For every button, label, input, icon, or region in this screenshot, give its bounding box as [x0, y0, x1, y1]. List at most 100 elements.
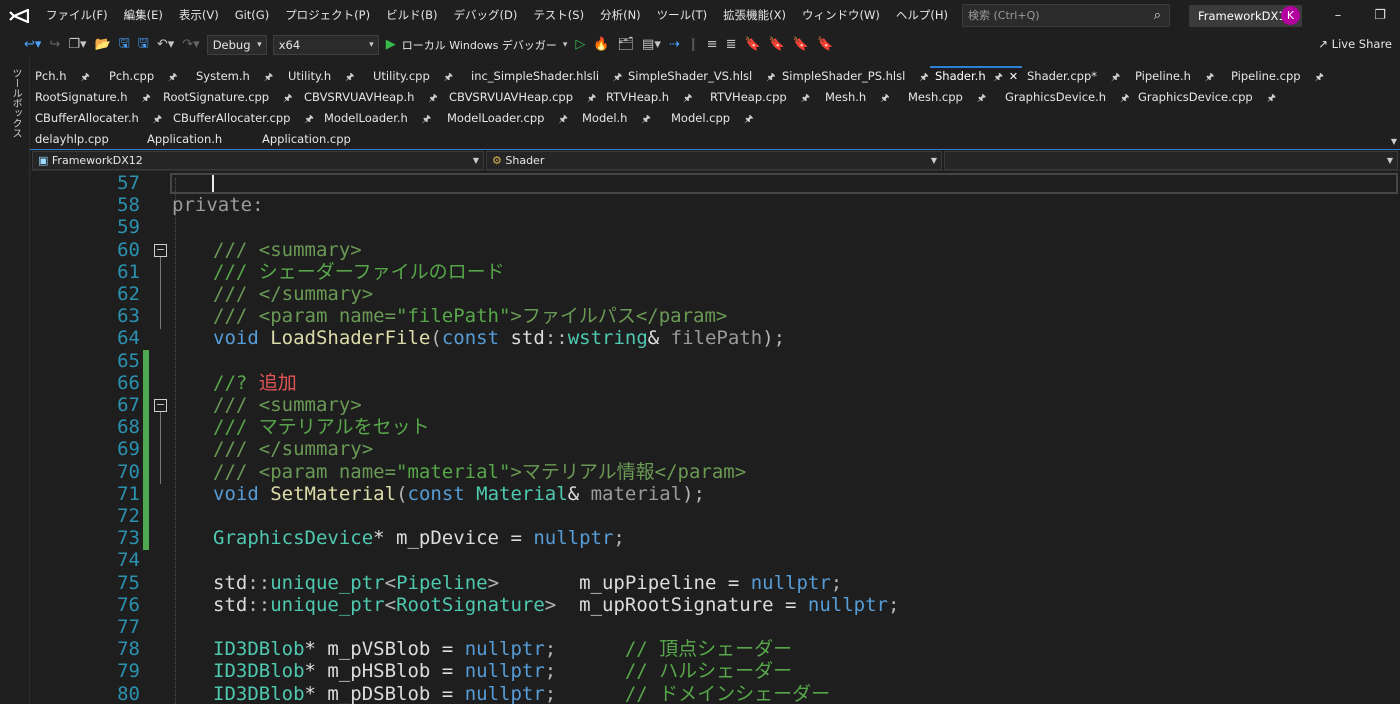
open-folder-icon[interactable]: 📂 — [95, 37, 111, 52]
tab-shader-h[interactable]: Shader.h 🖈 ✕ — [930, 66, 1022, 87]
pin-icon[interactable]: 🖈 — [304, 114, 313, 125]
menu-help[interactable]: ヘルプ(H) — [888, 0, 956, 31]
tab-utility-cpp[interactable]: Utility.cpp 🖈 — [368, 66, 453, 87]
pin-icon[interactable]: 🖈 — [81, 72, 90, 83]
pin-icon[interactable]: 🖈 — [801, 93, 810, 104]
pin-icon[interactable]: 🖈 — [1267, 93, 1276, 104]
pin-icon[interactable]: 🖈 — [977, 93, 986, 104]
pin-icon[interactable]: 🖈 — [1111, 72, 1120, 83]
tab-rtvheap-cpp[interactable]: RTVHeap.cpp 🖈 — [705, 87, 810, 108]
menu-extensions[interactable]: 拡張機能(X) — [715, 0, 794, 31]
bookmark-icon[interactable]: 🔖 — [744, 37, 760, 52]
start-debugging-icon[interactable]: ▶ — [386, 37, 396, 52]
tab-shader-cpp[interactable]: Shader.cpp* 🖈 — [1022, 66, 1120, 87]
menu-analyze[interactable]: 分析(N) — [592, 0, 649, 31]
toolbox-tab[interactable]: ツールボックス — [8, 68, 23, 138]
bookmark-prev-icon[interactable]: 🔖 — [769, 37, 785, 52]
bookmark-clear-icon[interactable]: 🔖 — [817, 37, 833, 52]
tab-rtvheap-h[interactable]: RTVHeap.h 🖈 — [601, 87, 692, 108]
collapse-icon[interactable]: − — [154, 399, 167, 412]
pin-icon[interactable]: 🖈 — [587, 93, 596, 104]
menu-test[interactable]: テスト(S) — [525, 0, 592, 31]
tab-pipeline-h[interactable]: Pipeline.h 🖈 — [1130, 66, 1214, 87]
tab-model-h[interactable]: Model.h 🖈 — [577, 108, 651, 129]
search-box[interactable]: 検索 (Ctrl+Q) ⌕ — [962, 4, 1170, 27]
menu-git[interactable]: Git(G) — [227, 0, 278, 31]
tab-mesh-cpp[interactable]: Mesh.cpp 🖈 — [903, 87, 986, 108]
menu-tools[interactable]: ツール(T) — [649, 0, 716, 31]
pin-icon[interactable]: 🖈 — [683, 93, 692, 104]
tab-pipeline-cpp[interactable]: Pipeline.cpp 🖈 — [1226, 66, 1324, 87]
pin-icon[interactable]: 🖈 — [880, 93, 889, 104]
pin-icon[interactable]: 🖈 — [641, 114, 650, 125]
menu-project[interactable]: プロジェクト(P) — [277, 0, 378, 31]
tab-simpleshader-ps[interactable]: SimpleShader_PS.hlsl 🖈 — [777, 66, 929, 87]
tab-graphicsdevice-cpp[interactable]: GraphicsDevice.cpp 🖈 — [1133, 87, 1276, 108]
code-editor[interactable]: − − 57 58 59 60 61 62 63 64 65 66 67 68 … — [30, 171, 1400, 704]
pin-icon[interactable]: 🖈 — [994, 72, 1003, 83]
browse-icon[interactable]: 🗂 — [618, 37, 635, 52]
tab-cbufferallocater-h[interactable]: CBufferAllocater.h 🖈 — [30, 108, 162, 129]
indicator-margin[interactable] — [30, 171, 58, 704]
pin-icon[interactable]: 🖈 — [766, 72, 775, 83]
pin-icon[interactable]: 🖈 — [444, 72, 453, 83]
platform-select[interactable]: x64 ▾ — [272, 34, 379, 55]
tab-delayhlp-cpp[interactable]: delayhlp.cpp — [30, 129, 109, 150]
close-icon[interactable]: ✕ — [1009, 70, 1018, 83]
menu-file[interactable]: ファイル(F) — [38, 0, 116, 31]
pin-icon[interactable]: 🖈 — [141, 93, 150, 104]
redo-icon[interactable]: ↷▾ — [182, 37, 199, 52]
pin-icon[interactable]: 🖈 — [153, 114, 162, 125]
tab-utility-h[interactable]: Utility.h 🖈 — [283, 66, 354, 87]
chevron-down-icon[interactable]: ▾ — [563, 40, 568, 50]
tab-pch-cpp[interactable]: Pch.cpp 🖈 — [104, 66, 177, 87]
new-project-icon[interactable]: ❐▾ — [68, 37, 86, 52]
menu-debug[interactable]: デバッグ(D) — [445, 0, 525, 31]
run-target-button[interactable]: ローカル Windows デバッガー — [402, 37, 557, 53]
pin-icon[interactable]: 🖈 — [283, 93, 292, 104]
tab-model-cpp[interactable]: Model.cpp 🖈 — [666, 108, 753, 129]
tab-rootsignature-cpp[interactable]: RootSignature.cpp 🖈 — [158, 87, 292, 108]
tab-overflow-chevron-icon[interactable]: ▼ — [1391, 137, 1397, 146]
back-icon[interactable]: ↩▾ — [24, 37, 41, 52]
minimize-icon[interactable]: – — [1318, 0, 1358, 31]
scope-dropdown[interactable]: ⚙ Shader ▼ — [486, 151, 942, 170]
comment-icon[interactable]: ≡ — [707, 37, 718, 52]
tab-cbvsrvuavheap-cpp[interactable]: CBVSRVUAVHeap.cpp 🖈 — [444, 87, 596, 108]
tab-rootsignature-h[interactable]: RootSignature.h 🖈 — [30, 87, 151, 108]
bookmark-next-icon[interactable]: 🔖 — [793, 37, 809, 52]
tab-inc-simpleshader[interactable]: inc_SimpleShader.hlsli 🖈 — [466, 66, 622, 87]
disabled-tool-icon[interactable]: ❙ — [688, 37, 699, 52]
start-without-debugging-icon[interactable]: ▷ — [575, 37, 585, 52]
save-icon[interactable]: 🖫 — [119, 34, 130, 56]
project-dropdown[interactable]: ▣ FrameworkDX12 ▼ — [32, 151, 484, 170]
pin-icon[interactable]: 🖈 — [1205, 72, 1214, 83]
pin-icon[interactable]: 🖈 — [744, 114, 753, 125]
tab-pch-h[interactable]: Pch.h 🖈 — [30, 66, 90, 87]
uncomment-icon[interactable]: ≣ — [726, 37, 737, 52]
pin-icon[interactable]: 🖈 — [428, 93, 437, 104]
menu-edit[interactable]: 編集(E) — [116, 0, 171, 31]
save-all-icon[interactable]: 🖫 — [138, 34, 149, 56]
step-icon[interactable]: ⇢ — [669, 37, 680, 52]
live-share-button[interactable]: ↗ Live Share — [1318, 31, 1392, 58]
menu-build[interactable]: ビルド(B) — [378, 0, 445, 31]
pin-icon[interactable]: 🖈 — [345, 72, 354, 83]
tab-cbufferallocater-cpp[interactable]: CBufferAllocater.cpp 🖈 — [168, 108, 314, 129]
tab-application-cpp[interactable]: Application.cpp — [257, 129, 351, 150]
pin-icon[interactable]: 🖈 — [1315, 72, 1324, 83]
hot-reload-icon[interactable]: 🔥 — [593, 37, 609, 52]
tab-system-h[interactable]: System.h 🖈 — [191, 66, 273, 87]
tab-mesh-h[interactable]: Mesh.h 🖈 — [820, 87, 889, 108]
collapse-icon[interactable]: − — [154, 244, 167, 257]
member-dropdown[interactable]: ▼ — [944, 151, 1398, 170]
pin-icon[interactable]: 🖈 — [264, 72, 273, 83]
forward-icon[interactable]: ↪ — [49, 37, 60, 52]
pin-icon[interactable]: 🖈 — [919, 72, 928, 83]
configuration-select[interactable]: Debug ▾ — [206, 34, 267, 55]
tab-modelloader-h[interactable]: ModelLoader.h 🖈 — [319, 108, 431, 129]
tab-simpleshader-vs[interactable]: SimpleShader_VS.hlsl 🖈 — [623, 66, 776, 87]
visual-studio-logo-icon[interactable] — [0, 0, 38, 31]
pin-icon[interactable]: 🖈 — [558, 114, 567, 125]
tab-modelloader-cpp[interactable]: ModelLoader.cpp 🖈 — [442, 108, 568, 129]
